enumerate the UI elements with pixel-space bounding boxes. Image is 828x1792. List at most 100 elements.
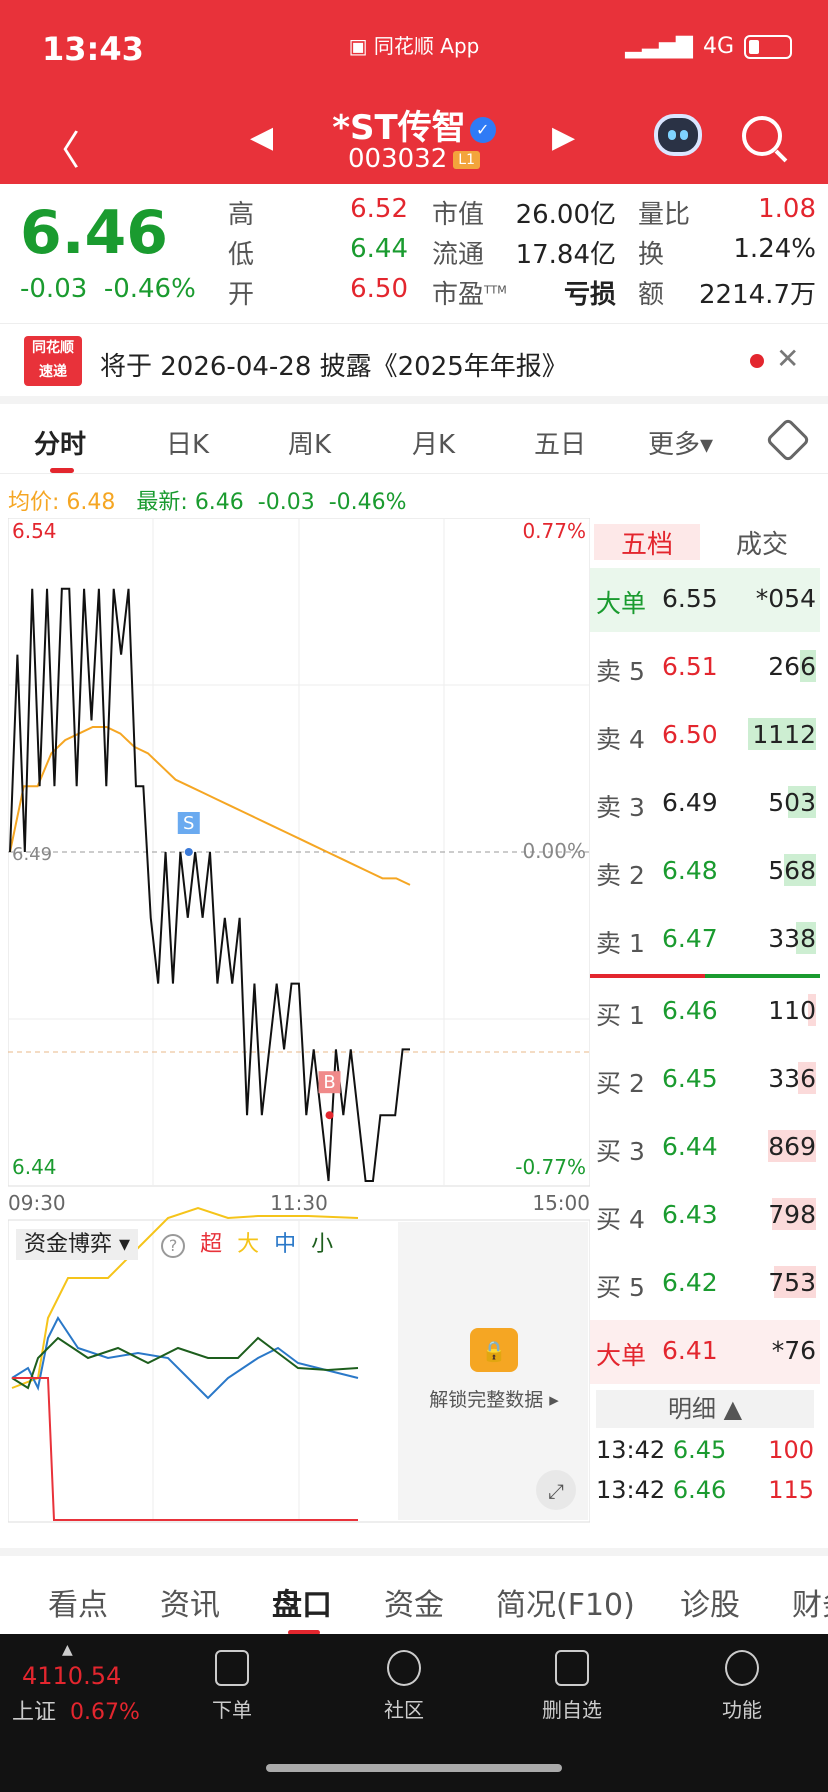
level-label: 卖 1 bbox=[596, 929, 645, 958]
pct-top-label: 0.77% bbox=[522, 519, 586, 543]
tab-finance[interactable]: 财务 bbox=[792, 1580, 828, 1624]
order-button[interactable]: 下单 bbox=[172, 1650, 292, 1723]
level-badge: L1 bbox=[453, 150, 480, 169]
flow-legend: 资金博弈 ▾ ? 超 大 中 小 bbox=[16, 1226, 334, 1260]
chart-tabs: 分时 日K 周K 月K 五日 更多▾ bbox=[0, 404, 828, 474]
level-price: 6.43 bbox=[662, 1200, 718, 1229]
section-divider bbox=[0, 396, 828, 404]
tab-daily-k[interactable]: 日K bbox=[166, 424, 209, 461]
network-type: 4G bbox=[702, 34, 734, 59]
x-label-start: 09:30 bbox=[8, 1191, 66, 1215]
tab-capital[interactable]: 资金 bbox=[384, 1580, 444, 1624]
stock-title: *ST传智 ✓ bbox=[0, 100, 828, 149]
big-buy-row[interactable]: 大单 6.41 *76 bbox=[590, 1320, 820, 1384]
level-label: 买 4 bbox=[596, 1205, 645, 1234]
tab-weekly-k[interactable]: 周K bbox=[288, 424, 331, 461]
level-volume: *76 bbox=[771, 1336, 816, 1365]
sell-level-row[interactable]: 卖 5 6.51 266 bbox=[590, 636, 820, 700]
float-label: 流通 bbox=[432, 240, 485, 270]
tab-f10[interactable]: 简况(F10) bbox=[496, 1580, 635, 1624]
level-price: 6.49 bbox=[662, 788, 718, 817]
current-price: 6.46 bbox=[20, 198, 169, 268]
home-indicator bbox=[266, 1764, 562, 1772]
price-change: -0.03 -0.46% bbox=[20, 274, 196, 304]
expand-arrow-icon[interactable]: ▲ bbox=[62, 1642, 73, 1658]
document-icon bbox=[215, 1650, 249, 1686]
next-stock-icon[interactable]: ▶ bbox=[552, 120, 575, 155]
level-label: 大单 bbox=[596, 1341, 647, 1370]
legend-super: 超 bbox=[200, 1232, 223, 1257]
level-label: 买 1 bbox=[596, 1001, 645, 1030]
settings-icon[interactable] bbox=[765, 417, 811, 463]
sell-level-row[interactable]: 卖 3 6.49 503 bbox=[590, 772, 820, 836]
trade-row: 13:42 6.45 100 bbox=[596, 1436, 814, 1464]
level-label: 卖 2 bbox=[596, 861, 645, 890]
tab-intraday[interactable]: 分时 bbox=[34, 424, 86, 461]
legend-big: 大 bbox=[237, 1232, 260, 1257]
tab-monthly-k[interactable]: 月K bbox=[412, 424, 455, 461]
tab-five-level[interactable]: 五档 bbox=[594, 524, 700, 560]
community-button[interactable]: 社区 bbox=[344, 1650, 464, 1723]
close-icon[interactable]: ✕ bbox=[776, 342, 799, 375]
tab-highlights[interactable]: 看点 bbox=[48, 1580, 108, 1624]
turnover-label: 换 bbox=[638, 240, 665, 270]
tab-diagnosis[interactable]: 诊股 bbox=[680, 1580, 740, 1624]
app-logo-icon: ▣ bbox=[348, 34, 368, 58]
avg-price: 均价: 6.48 bbox=[8, 490, 116, 515]
x-label-end: 15:00 bbox=[532, 1191, 590, 1215]
signal-icon: ▂▃▅▇ bbox=[625, 34, 693, 59]
open-value: 6.50 bbox=[350, 274, 408, 304]
svg-text:⤢: ⤢ bbox=[548, 1479, 564, 1503]
buy-level-row[interactable]: 买 4 6.43 798 bbox=[590, 1184, 820, 1248]
latest-price: 最新: 6.46 -0.03 -0.46% bbox=[136, 490, 407, 515]
tab-handicap[interactable]: 盘口 bbox=[272, 1580, 332, 1624]
status-bar: 13:43 ▣ 同花顺 App ▂▃▅▇ 4G bbox=[0, 0, 828, 96]
level-volume: 798 bbox=[768, 1200, 816, 1229]
buy-level-row[interactable]: 买 5 6.42 753 bbox=[590, 1252, 820, 1316]
pct-bottom-label: -0.77% bbox=[515, 1155, 586, 1179]
flow-select[interactable]: 资金博弈 ▾ bbox=[16, 1229, 139, 1260]
stock-code: 003032 L1 bbox=[0, 144, 828, 174]
level-price: 6.47 bbox=[662, 924, 718, 953]
level-label: 卖 5 bbox=[596, 657, 645, 686]
level-volume: 1112 bbox=[752, 720, 816, 749]
sell-level-row[interactable]: 卖 1 6.47 338 bbox=[590, 908, 820, 972]
tab-news[interactable]: 资讯 bbox=[160, 1580, 220, 1624]
legend-mid: 中 bbox=[274, 1232, 297, 1257]
level-price: 6.55 bbox=[662, 584, 718, 613]
level-volume: *054 bbox=[755, 584, 816, 613]
pct-mid-label: 0.00% bbox=[522, 839, 586, 863]
announcement-text: 将于 2026-04-28 披露《2025年年报》 bbox=[100, 352, 568, 382]
remove-watchlist-button[interactable]: 删自选 bbox=[512, 1650, 632, 1723]
announcement-banner[interactable]: 同花顺 速递 将于 2026-04-28 披露《2025年年报》 ✕ bbox=[0, 326, 828, 396]
level-volume: 266 bbox=[768, 652, 816, 681]
level-price: 6.46 bbox=[662, 996, 718, 1025]
detail-header[interactable]: 明细 ▲ bbox=[596, 1390, 814, 1428]
buy-level-row[interactable]: 买 1 6.46 110 bbox=[590, 980, 820, 1044]
unlock-data-link[interactable]: 解锁完整数据 ▸ bbox=[429, 1389, 559, 1411]
buy-level-row[interactable]: 买 3 6.44 869 bbox=[590, 1116, 820, 1180]
index-value[interactable]: 4110.54 bbox=[22, 1662, 121, 1690]
marker-label: B bbox=[323, 1072, 335, 1093]
sell-level-row[interactable]: 卖 2 6.48 568 bbox=[590, 840, 820, 904]
level-volume: 503 bbox=[768, 788, 816, 817]
level-price: 6.44 bbox=[662, 1132, 718, 1161]
level-label: 买 3 bbox=[596, 1137, 645, 1166]
amount-value: 2214.7万 bbox=[699, 280, 816, 310]
low-value: 6.44 bbox=[350, 234, 408, 264]
index-name: 上证 0.67% bbox=[12, 1700, 140, 1725]
assistant-robot-icon[interactable] bbox=[654, 114, 702, 156]
help-icon[interactable]: ? bbox=[161, 1234, 186, 1258]
search-icon[interactable] bbox=[742, 116, 782, 156]
tab-more[interactable]: 更多▾ bbox=[648, 424, 713, 461]
tab-five-day[interactable]: 五日 bbox=[534, 424, 586, 461]
active-tab-underline bbox=[50, 468, 74, 473]
functions-button[interactable]: 功能 bbox=[682, 1650, 802, 1723]
legend-small: 小 bbox=[311, 1232, 334, 1257]
tab-trades[interactable]: 成交 bbox=[736, 524, 788, 561]
sell-level-row[interactable]: 卖 4 6.50 1112 bbox=[590, 704, 820, 768]
level-volume: 110 bbox=[768, 996, 816, 1025]
buy-level-row[interactable]: 买 2 6.45 336 bbox=[590, 1048, 820, 1112]
big-sell-row[interactable]: 大单 6.55 *054 bbox=[590, 568, 820, 632]
intraday-chart[interactable]: S B 6.54 6.49 6.44 0.77% 0.00% -0.77% 09:… bbox=[8, 518, 590, 1524]
